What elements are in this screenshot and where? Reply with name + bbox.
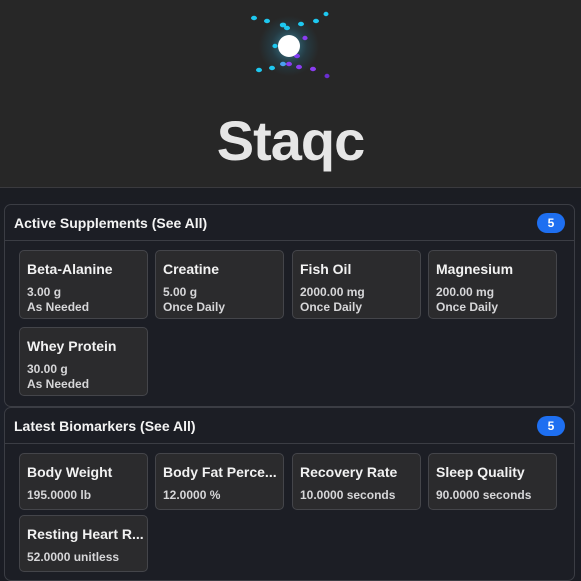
app-header: Staqc [0, 0, 581, 188]
supplement-dose: 5.00 g [163, 285, 198, 299]
particle-orb-icon [251, 11, 330, 79]
supplement-dose: 200.00 mg [436, 285, 495, 299]
biomarkers-see-all-link[interactable]: Latest Biomarkers (See All) [14, 418, 196, 434]
supplement-frequency: Once Daily [300, 300, 363, 314]
biomarker-value: 90.0000 seconds [436, 488, 532, 502]
supplement-frequency: As Needed [27, 377, 90, 391]
biomarkers-section: Latest Biomarkers (See All) 5 Body Weigh… [4, 407, 575, 581]
biomarker-card[interactable]: Resting Heart R... 52.0000 unitless [19, 515, 148, 572]
supplement-card[interactable]: Fish Oil 2000.00 mg Once Daily [292, 250, 421, 319]
supplement-card[interactable]: Whey Protein 30.00 g As Needed [19, 327, 148, 396]
biomarker-card[interactable]: Recovery Rate 10.0000 seconds [292, 453, 421, 510]
biomarker-card[interactable]: Sleep Quality 90.0000 seconds [428, 453, 557, 510]
supplements-count-badge: 5 [537, 213, 565, 233]
supplement-name: Whey Protein [27, 338, 117, 354]
supplement-name: Magnesium [436, 261, 514, 277]
supplements-see-all-link[interactable]: Active Supplements (See All) [14, 215, 207, 231]
supplement-frequency: Once Daily [163, 300, 226, 314]
app-title: Staqc [216, 109, 366, 172]
biomarker-name: Body Fat Perce... [163, 464, 277, 480]
biomarker-card[interactable]: Body Weight 195.0000 lb [19, 453, 148, 510]
dashboard-content: Active Supplements (See All) 5 Beta-Alan… [0, 188, 581, 581]
biomarker-name: Recovery Rate [300, 464, 398, 480]
supplement-dose: 2000.00 mg [300, 285, 365, 299]
supplement-name: Creatine [163, 261, 220, 277]
biomarkers-count-badge: 5 [537, 416, 565, 436]
supplement-card[interactable]: Magnesium 200.00 mg Once Daily [428, 250, 557, 319]
biomarker-value: 10.0000 seconds [300, 488, 396, 502]
supplement-dose: 30.00 g [27, 362, 68, 376]
biomarkers-header: Latest Biomarkers (See All) 5 [5, 408, 574, 444]
supplement-name: Fish Oil [300, 261, 352, 277]
biomarker-card[interactable]: Body Fat Perce... 12.0000 % [155, 453, 284, 510]
supplement-frequency: As Needed [27, 300, 90, 314]
supplement-frequency: Once Daily [436, 300, 499, 314]
biomarker-name: Sleep Quality [436, 464, 525, 480]
supplements-section: Active Supplements (See All) 5 Beta-Alan… [4, 204, 575, 407]
supplement-card[interactable]: Creatine 5.00 g Once Daily [155, 250, 284, 319]
biomarker-value: 12.0000 % [163, 488, 221, 502]
supplement-dose: 3.00 g [27, 285, 62, 299]
supplement-card[interactable]: Beta-Alanine 3.00 g As Needed [19, 250, 148, 319]
biomarker-value: 52.0000 unitless [27, 550, 120, 564]
biomarker-value: 195.0000 lb [27, 488, 92, 502]
supplement-name: Beta-Alanine [27, 261, 113, 277]
biomarker-name: Body Weight [27, 464, 113, 480]
supplements-header: Active Supplements (See All) 5 [5, 205, 574, 241]
biomarker-name: Resting Heart R... [27, 526, 144, 542]
